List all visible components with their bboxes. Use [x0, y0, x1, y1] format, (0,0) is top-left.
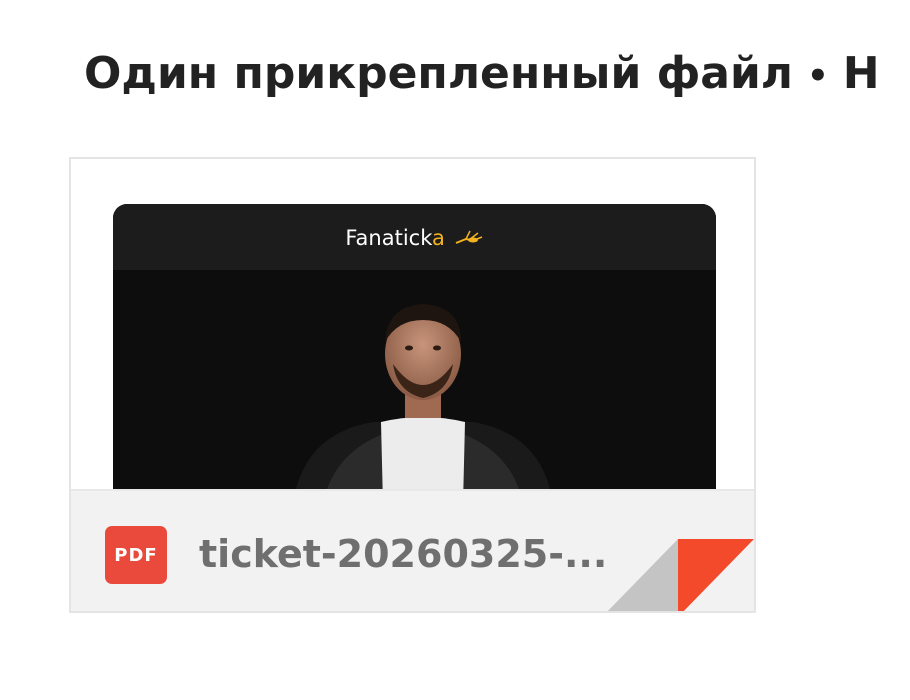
attachments-title: Один прикрепленный файл — [84, 48, 794, 99]
attachments-header: Один прикрепленный файл • Н — [84, 44, 910, 104]
attachments-trailing-text: Н — [842, 48, 880, 99]
brand-accent-text: a — [432, 226, 445, 250]
attachment-card[interactable]: Fanaticka PDF ticket-20260325-... — [69, 157, 756, 613]
brand-logo: Fanaticka — [113, 226, 716, 250]
attachment-filename[interactable]: ticket-20260325-... — [199, 525, 669, 583]
attachment-footer[interactable]: PDF ticket-20260325-... — [71, 489, 754, 611]
pdf-file-icon: PDF — [105, 526, 167, 584]
brand-main-text: Fanatick — [345, 226, 433, 250]
artist-photo — [294, 304, 552, 494]
page-fold-icon — [607, 539, 754, 611]
attachment-preview: Fanaticka — [113, 204, 716, 494]
separator-dot: • — [807, 56, 829, 96]
mosquito-icon — [455, 230, 482, 244]
